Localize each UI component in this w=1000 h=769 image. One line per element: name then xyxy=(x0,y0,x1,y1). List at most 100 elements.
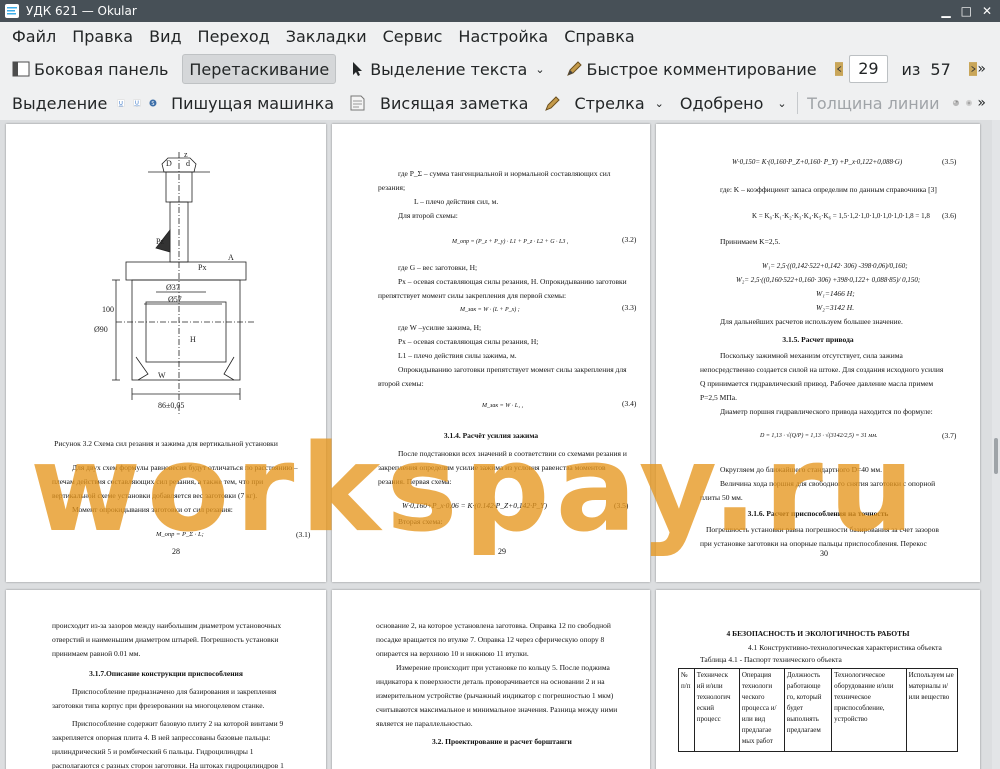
equation-line: W₂= 2,5·((0,160·522+0,160· 306) +398·0,1… xyxy=(736,276,921,284)
stamp-label: Одобрено xyxy=(679,93,764,113)
paragraph-line: принимаем равной 0.01 мм. xyxy=(52,649,141,658)
menu-edit[interactable]: Правка xyxy=(64,22,141,52)
next-page-icon[interactable] xyxy=(968,60,978,78)
paragraph-line: второй схемы: xyxy=(378,379,424,388)
vertical-scrollbar[interactable] xyxy=(992,120,1000,769)
page-31: происходит из-за зазоров между наибольши… xyxy=(6,590,326,769)
fig-label-d57: Ø57 xyxy=(168,295,182,304)
paragraph-line: заготовки типа корпус при фрезеровании н… xyxy=(52,701,265,710)
paragraph-line: L1 – плечо действия силы зажима, м. xyxy=(398,351,517,360)
paragraph-line: резания. Первая схема: xyxy=(378,477,452,486)
line-width-label: Толщина линии xyxy=(807,93,940,113)
menu-go[interactable]: Переход xyxy=(190,22,278,52)
paragraph-line: Опрокидыванию заготовки препятствует мом… xyxy=(398,365,627,374)
fig-label-dd: d xyxy=(186,159,190,168)
menu-bar: Файл Правка Вид Переход Закладки Сервис … xyxy=(0,22,1000,52)
paragraph-line: цилиндрический 5 и ромбический 6 пальцы.… xyxy=(52,747,254,756)
paragraph-line: Приспособление предназначено для базиров… xyxy=(72,687,277,696)
typewriter-button[interactable]: Пишущая машинка xyxy=(167,89,338,117)
fig-label-w: W xyxy=(158,371,166,380)
arrow-button[interactable]: Стрелка ⌄ xyxy=(540,89,667,117)
formula: W·0,150= K·(0,160·P_Z+0,160· P_Y) +P_x·0… xyxy=(732,158,903,166)
paragraph-line: резания; xyxy=(378,183,406,192)
page-32: основание 2, на которое установлена заго… xyxy=(332,590,650,769)
paragraph-line: при установке заготовки на опорные пальц… xyxy=(700,539,927,548)
quick-comment-button[interactable]: Быстрое комментирование xyxy=(561,55,821,83)
chevron-down-icon[interactable]: ⌄ xyxy=(655,97,664,110)
drag-mode-button[interactable]: Перетаскивание xyxy=(182,54,337,84)
table-header-cell: Используем ые материалы и/или вещество xyxy=(905,668,959,752)
menu-view[interactable]: Вид xyxy=(141,22,189,52)
window-title: УДК 621 — Okular xyxy=(26,4,137,18)
squiggly-underline-icon[interactable]: U xyxy=(133,94,141,112)
subsection-heading: 4.1 Конструктивно-технологическая характ… xyxy=(748,643,942,652)
menu-file[interactable]: Файл xyxy=(0,22,64,52)
formula-number: (3.5) xyxy=(942,157,957,166)
highlight-button[interactable]: Выделение xyxy=(8,89,111,117)
menu-settings[interactable]: Настройка xyxy=(450,22,556,52)
drag-mode-label: Перетаскивание xyxy=(189,59,330,79)
close-icon[interactable]: ✕ xyxy=(982,4,992,18)
fig-label-h: H xyxy=(190,335,196,344)
paragraph-line: L – плечо действия сил, м. xyxy=(414,197,499,206)
paragraph-line: Для второй схемы: xyxy=(398,211,458,220)
line-width-button[interactable]: Толщина линии xyxy=(803,89,944,117)
formula: M_опр = P_Σ · L; xyxy=(156,531,204,538)
paragraph-line: закрепляется опорная плита 4. В ней запр… xyxy=(52,733,271,742)
paragraph-line: P=2,5 МПа. xyxy=(700,393,737,402)
formula: M_опр = (P_z + P_y) · L1 + P_z · L2 + G … xyxy=(452,239,569,245)
strikeout-icon[interactable]: S xyxy=(149,94,157,112)
maximize-icon[interactable]: □ xyxy=(961,4,972,18)
note-button[interactable]: Висящая заметка xyxy=(344,89,532,117)
section-heading: 3.1.7.Описание конструкции приспособлени… xyxy=(89,669,243,678)
paragraph-line: Вторая схема: xyxy=(398,517,443,526)
paragraph-line: Момент опрокидывания заготовки от сил ре… xyxy=(72,505,233,514)
table-header-cell: Технологическое оборудование и/или техни… xyxy=(831,668,907,752)
sidebar-button[interactable]: Боковая панель xyxy=(8,55,172,83)
sidebar-icon xyxy=(12,61,30,77)
text-select-button[interactable]: Выделение текста ⌄ xyxy=(344,55,548,83)
figure-caption: Рисунок 3.2 Схема сил резания и зажима д… xyxy=(54,439,278,448)
section-heading: 3.1.6. Расчет приспособления на точность xyxy=(747,509,889,518)
minimize-icon[interactable]: ▁ xyxy=(941,4,950,18)
menu-bookmarks[interactable]: Закладки xyxy=(278,22,375,52)
formula-number: (3.2) xyxy=(622,235,637,244)
table-header-row: № п/п Техническ ий и/или технологич ески… xyxy=(678,668,959,752)
menu-help[interactable]: Справка xyxy=(556,22,643,52)
toolbar-overflow-icon[interactable]: » xyxy=(977,95,986,111)
paragraph-line: препятствует момент силы закрепления для… xyxy=(378,291,567,300)
page-number-input[interactable]: 29 xyxy=(849,55,888,83)
paragraph-line: После подстановки всех значений в соотве… xyxy=(398,449,627,458)
scrollbar-thumb[interactable] xyxy=(994,438,998,474)
equation-line: W₁=1466 Н; xyxy=(816,289,855,298)
document-viewer[interactable]: D d z Рх Pz A W Ø37 Ø57 Ø90 86±0,05 100 … xyxy=(0,120,1000,769)
previous-page-icon[interactable] xyxy=(834,60,844,78)
pen-icon xyxy=(566,61,582,76)
paragraph-line: индикатора к поверхности деталь проворач… xyxy=(376,677,605,686)
opacity-icon[interactable] xyxy=(965,94,973,112)
paragraph-line: Измерение происходит при установке по ко… xyxy=(396,663,610,672)
color-picker-icon[interactable] xyxy=(952,94,960,112)
toolbar-overflow-icon[interactable]: » xyxy=(977,61,986,77)
chevron-down-icon[interactable]: ⌄ xyxy=(777,97,786,110)
paragraph-line: Округляем до ближайшего стандартного D=4… xyxy=(720,465,883,474)
stamp-button[interactable]: Одобрено ⌄ xyxy=(676,89,791,117)
underline-icon[interactable]: U xyxy=(117,94,125,112)
paragraph-line: вертикальной схеме установки добавляется… xyxy=(52,491,258,500)
page-29: где P_Σ – сумма тангенциальной и нормаль… xyxy=(332,124,650,582)
formula-number: (3.1) xyxy=(296,530,311,539)
page-total-label: 57 xyxy=(930,59,951,79)
formula-number: (3.3) xyxy=(622,303,637,312)
formula: W·0,160+P_x·0,06 = K·(0.142·P_Z+0,142·P_… xyxy=(402,501,547,510)
fig-label-a: A xyxy=(228,253,234,262)
menu-tools[interactable]: Сервис xyxy=(375,22,451,52)
paragraph-line: опирается на верхнюю 10 и нижнюю 11 втул… xyxy=(376,649,529,658)
fig-label-d37: Ø37 xyxy=(166,283,180,292)
chevron-down-icon[interactable]: ⌄ xyxy=(535,63,544,76)
paragraph-line: плечам действия составляющих сил резания… xyxy=(52,477,264,486)
svg-text:S: S xyxy=(152,101,155,107)
table-header-cell: № п/п xyxy=(678,668,695,752)
formula: M_зак = W · (L + P_x) ; xyxy=(460,307,520,313)
page-33: 4 БЕЗОПАСНОСТЬ И ЭКОЛОГИЧНОСТЬ РАБОТЫ 4.… xyxy=(656,590,980,769)
paragraph-line: располагаются с разных сторон заготовки.… xyxy=(52,761,284,769)
